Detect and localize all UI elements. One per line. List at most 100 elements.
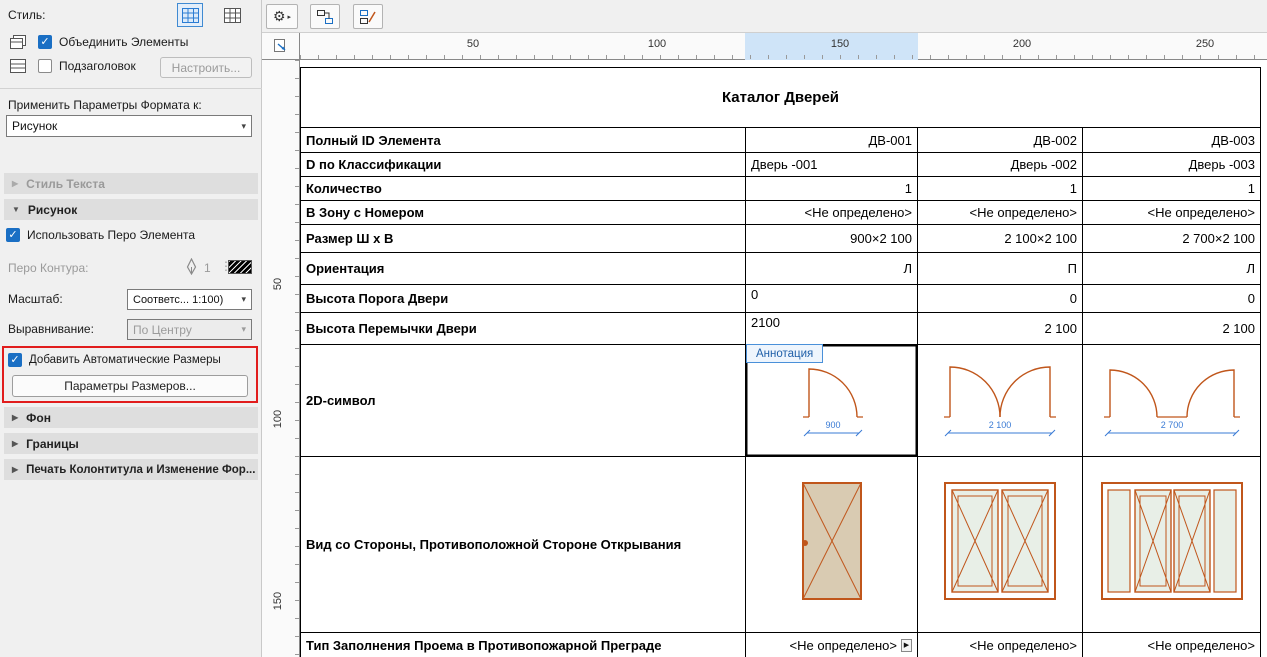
v-ruler-ticks [295,60,299,657]
elevation-cell[interactable] [745,456,918,633]
cell-value[interactable]: 1 [1082,176,1261,201]
door-elevation-double-icon [944,482,1056,600]
row-label[interactable]: Размер Ш х В [300,224,746,253]
section-text-style-label: Стиль Текста [26,176,105,191]
collapsed-arrow-icon: ▶ [12,413,19,422]
cell-value[interactable]: ДВ-001 [745,127,918,153]
elevation-cell[interactable] [1082,456,1261,633]
symbol-cell[interactable]: 2 100 [917,344,1083,457]
section-header-print[interactable]: ▶ Печать Колонтитула и Изменение Фор... [4,459,258,480]
scale-label: Масштаб: [8,292,63,306]
row-label[interactable]: Количество [300,176,746,201]
cell-value[interactable]: ДВ-002 [917,127,1083,153]
ruler-origin-box[interactable] [262,33,300,60]
cell-value-editing[interactable]: 0 [745,284,918,313]
cell-value[interactable]: 2 700×2 100 [1082,224,1261,253]
subtitle-icon [10,59,26,73]
edit-scheme-button[interactable] [353,4,383,29]
settings-gear-button[interactable]: ⚙ ▸ [266,4,298,29]
horizontal-ruler: 50 100 150 200 250 [300,33,1267,60]
alignment-label: Выравнивание: [8,322,94,336]
contour-pen-label: Перо Контура: [8,261,89,275]
use-element-pen-checkbox[interactable]: ✓ [6,228,20,242]
apply-format-dropdown[interactable]: Рисунок ▾ [6,115,252,137]
cell-value[interactable]: <Не определено> [1082,632,1261,657]
door-elevation-single-icon [801,482,862,600]
h-ruler-mark: 150 [830,38,850,50]
subtitle-checkbox[interactable] [38,59,52,73]
cell-value: <Не определено> [789,637,897,653]
auto-dimensions-checkbox[interactable]: ✓ [8,353,22,367]
elevation-cell[interactable] [917,456,1083,633]
section-text-style[interactable]: ▶ Стиль Текста [4,173,258,194]
section-background[interactable]: ▶ Фон [4,407,258,428]
grid-table-alt-icon [223,7,241,23]
row-label[interactable]: D по Классификации [300,152,746,177]
scheme-settings-icon [317,9,333,24]
cell-value[interactable]: Дверь -002 [917,152,1083,177]
cell-value[interactable]: Дверь -003 [1082,152,1261,177]
h-ruler-mark: 250 [1195,38,1215,50]
subtitle-label: Подзаголовок [59,59,136,73]
apply-format-value: Рисунок [12,119,58,133]
row-label[interactable]: Тип Заполнения Проема в Противопожарной … [300,632,746,657]
cell-value[interactable]: Л [745,252,918,285]
configure-button[interactable]: Настроить... [160,57,252,78]
cell-value[interactable]: <Не определено> [917,632,1083,657]
row-label[interactable]: В Зону с Номером [300,200,746,225]
symbol-cell[interactable]: 2 700 [1082,344,1261,457]
cell-value-editing[interactable]: 2100 [745,312,918,345]
section-borders-label: Границы [26,436,79,451]
contour-pen-number[interactable]: 1 [204,261,211,275]
door-plan-single-icon: 900 [802,368,863,437]
merge-elements-checkbox[interactable]: ✓ [38,35,52,49]
scale-dropdown[interactable]: Соответс... 1:100) ▾ [127,289,252,310]
schedule-title[interactable]: Каталог Дверей [300,67,1261,128]
cell-value[interactable]: <Не определено> [745,200,918,225]
row-label[interactable]: Высота Перемычки Двери [300,312,746,345]
auto-dimensions-label: Добавить Автоматические Размеры [29,354,221,366]
h-ruler-mark: 200 [1012,38,1032,50]
chevron-down-icon: ▾ [241,294,246,304]
cell-value[interactable]: 2 100×2 100 [917,224,1083,253]
cell-value[interactable]: Дверь -001 [745,152,918,177]
door-plan-double-wide-icon: 2 700 [1103,369,1240,437]
cell-value[interactable]: П [917,252,1083,285]
cell-value[interactable]: 1 [917,176,1083,201]
ruler-origin-icon [273,39,285,52]
row-label[interactable]: Полный ID Элемента [300,127,746,153]
style-grid-detailed-button[interactable] [219,3,245,27]
cell-value[interactable]: 2 100 [1082,312,1261,345]
cell-value[interactable]: 0 [1082,284,1261,313]
row-label[interactable]: Высота Порога Двери [300,284,746,313]
cell-value[interactable]: 900×2 100 [745,224,918,253]
section-background-label: Фон [26,410,51,425]
section-drawing[interactable]: ▼ Рисунок [4,199,258,220]
svg-text:2 700: 2 700 [1160,420,1183,430]
cell-value[interactable]: ДВ-003 [1082,127,1261,153]
cell-value[interactable]: 1 [745,176,918,201]
cell-value[interactable]: <Не определено> [917,200,1083,225]
pen-icon [186,258,197,275]
pen-color-swatch[interactable] [228,260,252,274]
cell-value-with-popup[interactable]: <Не определено> ▶ [745,632,918,657]
row-label[interactable]: Вид со Стороны, Противоположной Стороне … [300,456,746,633]
scheme-settings-button[interactable] [310,4,340,29]
h-ruler-ticks [300,55,1267,59]
auto-dimensions-highlight: ✓ Добавить Автоматические Размеры Параме… [2,346,258,403]
app-window: Стиль: ✓ Объединить Элементы Подзаголово… [0,0,1267,657]
row-label[interactable]: 2D-символ [300,344,746,457]
row-label[interactable]: Ориентация [300,252,746,285]
cell-value[interactable]: Л [1082,252,1261,285]
annotation-chip[interactable]: Аннотация [746,344,824,363]
section-borders[interactable]: ▶ Границы [4,433,258,454]
cell-value[interactable]: <Не определено> [1082,200,1261,225]
dimension-params-button[interactable]: Параметры Размеров... [12,375,248,397]
popup-indicator-icon[interactable]: ▶ [901,638,912,652]
split-arrow-icon: ▸ [287,13,292,21]
cell-value[interactable]: 0 [917,284,1083,313]
cell-value[interactable]: 2 100 [917,312,1083,345]
h-ruler-mark: 50 [466,38,480,50]
alignment-dropdown[interactable]: По Центру ▾ [127,319,252,340]
style-grid-compact-button[interactable] [177,3,203,27]
